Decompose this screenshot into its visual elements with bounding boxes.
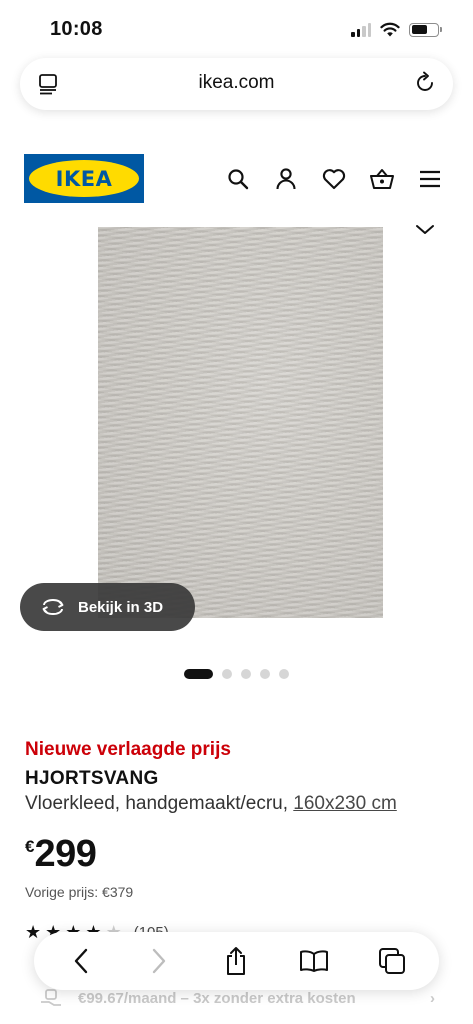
view-in-3d-label: Bekijk in 3D: [78, 598, 164, 616]
status-icons: [351, 22, 442, 37]
account-icon[interactable]: [273, 166, 299, 192]
finance-hand-icon: [41, 989, 61, 1006]
site-header: IKEA: [0, 150, 473, 210]
address-bar[interactable]: ikea.com: [20, 58, 453, 110]
reload-icon[interactable]: [413, 71, 437, 95]
shopping-basket-icon[interactable]: [369, 166, 395, 192]
bookmarks-icon[interactable]: [297, 944, 331, 978]
header-actions: [225, 166, 443, 192]
pagination-dot[interactable]: [222, 669, 232, 679]
tabs-icon[interactable]: [375, 944, 409, 978]
product-size-link[interactable]: 160x230 cm: [293, 793, 397, 814]
back-icon[interactable]: [64, 944, 98, 978]
share-icon[interactable]: [219, 944, 253, 978]
star-icon: ★: [25, 922, 42, 942]
pagination-dot[interactable]: [279, 669, 289, 679]
chevron-right-icon: ›: [430, 989, 435, 1007]
wifi-icon: [380, 22, 400, 37]
status-bar: 10:08: [0, 0, 473, 58]
price-amount: 299: [34, 833, 97, 875]
pagination-dot[interactable]: [241, 669, 251, 679]
product-name: HJORTSVANG: [25, 768, 159, 789]
status-time: 10:08: [50, 18, 103, 40]
product-description: Vloerkleed, handgemaakt/ecru, 160x230 cm: [25, 793, 397, 815]
rotate-3d-icon: [42, 599, 64, 615]
price-currency: €: [25, 837, 35, 856]
product-description-text: Vloerkleed, handgemaakt/ecru,: [25, 793, 288, 814]
search-icon[interactable]: [225, 166, 251, 192]
battery-icon: [409, 22, 442, 37]
previous-price: Vorige prijs: €379: [25, 884, 134, 900]
gallery-pagination: [0, 669, 473, 679]
hamburger-menu-icon[interactable]: [417, 166, 443, 192]
forward-icon[interactable]: [142, 944, 176, 978]
url-text[interactable]: ikea.com: [20, 72, 453, 94]
pagination-dot[interactable]: [260, 669, 270, 679]
product-price: € 299: [25, 833, 97, 875]
product-image-rug[interactable]: [98, 227, 383, 618]
ikea-logo[interactable]: IKEA: [24, 154, 144, 203]
cellular-signal-icon: [351, 22, 371, 37]
view-in-3d-button[interactable]: Bekijk in 3D: [20, 583, 195, 631]
wishlist-heart-icon[interactable]: [321, 166, 347, 192]
chevron-down-icon[interactable]: [415, 222, 435, 236]
financing-text: €99.67/maand – 3x zonder extra kosten: [78, 989, 356, 1007]
product-gallery[interactable]: Bekijk in 3D: [0, 222, 473, 662]
logo-text: IKEA: [55, 166, 113, 191]
browser-toolbar: [34, 932, 439, 990]
pagination-dot[interactable]: [184, 669, 213, 679]
promo-label: Nieuwe verlaagde prijs: [25, 739, 231, 760]
